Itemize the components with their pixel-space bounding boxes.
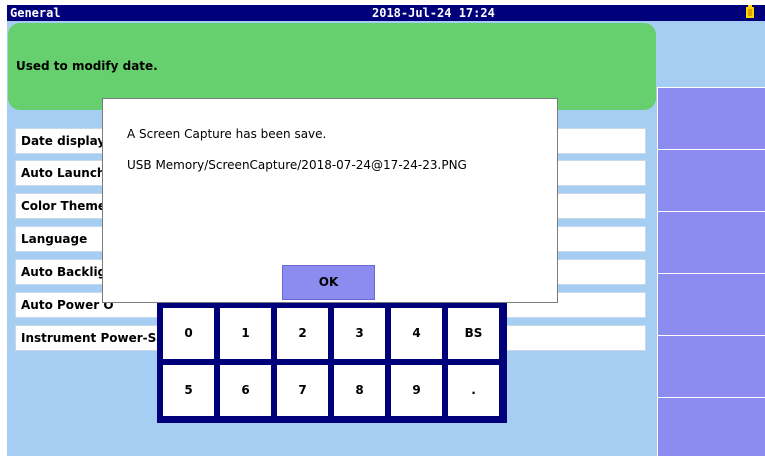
key-7[interactable]: 7	[277, 365, 328, 416]
key-5[interactable]: 5	[163, 365, 214, 416]
screen-title: General	[10, 6, 61, 20]
key-9[interactable]: 9	[391, 365, 442, 416]
instrument-screen: General 2018-Jul-24 17:24 Used to modify…	[7, 5, 765, 456]
key-1[interactable]: 1	[220, 308, 271, 359]
setting-label: Auto Power O	[21, 298, 114, 312]
setting-label: Date display	[21, 134, 106, 148]
setting-label: Auto Backlig	[21, 265, 107, 279]
side-softkey-5[interactable]	[657, 335, 765, 397]
side-softkey-3[interactable]	[657, 211, 765, 273]
setting-label: Instrument Power-Sav	[21, 331, 173, 345]
setting-label: Language	[21, 232, 88, 246]
key-6[interactable]: 6	[220, 365, 271, 416]
battery-icon	[745, 5, 755, 24]
side-softkey-6[interactable]	[657, 397, 765, 456]
key-8[interactable]: 8	[334, 365, 385, 416]
key-backspace[interactable]: BS	[448, 308, 499, 359]
dialog-message: A Screen Capture has been save.	[127, 127, 327, 141]
numeric-keypad: 0 1 2 3 4 BS 5 6 7 8 9 .	[157, 298, 507, 423]
side-panel-top	[657, 23, 765, 87]
side-softkey-1[interactable]	[657, 87, 765, 149]
help-text: Used to modify date.	[16, 59, 158, 73]
ok-button[interactable]: OK	[282, 265, 375, 300]
setting-label: Auto Launch	[21, 166, 106, 180]
title-bar: General 2018-Jul-24 17:24	[7, 5, 765, 21]
key-3[interactable]: 3	[334, 308, 385, 359]
side-softkey-2[interactable]	[657, 149, 765, 211]
key-decimal-point[interactable]: .	[448, 365, 499, 416]
key-2[interactable]: 2	[277, 308, 328, 359]
dialog-file-path: USB Memory/ScreenCapture/2018-07-24@17-2…	[127, 158, 467, 172]
key-0[interactable]: 0	[163, 308, 214, 359]
key-4[interactable]: 4	[391, 308, 442, 359]
setting-label: Color Theme	[21, 199, 107, 213]
help-panel: Used to modify date.	[8, 23, 656, 110]
screen-capture-dialog: A Screen Capture has been save. USB Memo…	[102, 98, 558, 303]
date-time: 2018-Jul-24 17:24	[372, 6, 495, 20]
side-softkey-4[interactable]	[657, 273, 765, 335]
